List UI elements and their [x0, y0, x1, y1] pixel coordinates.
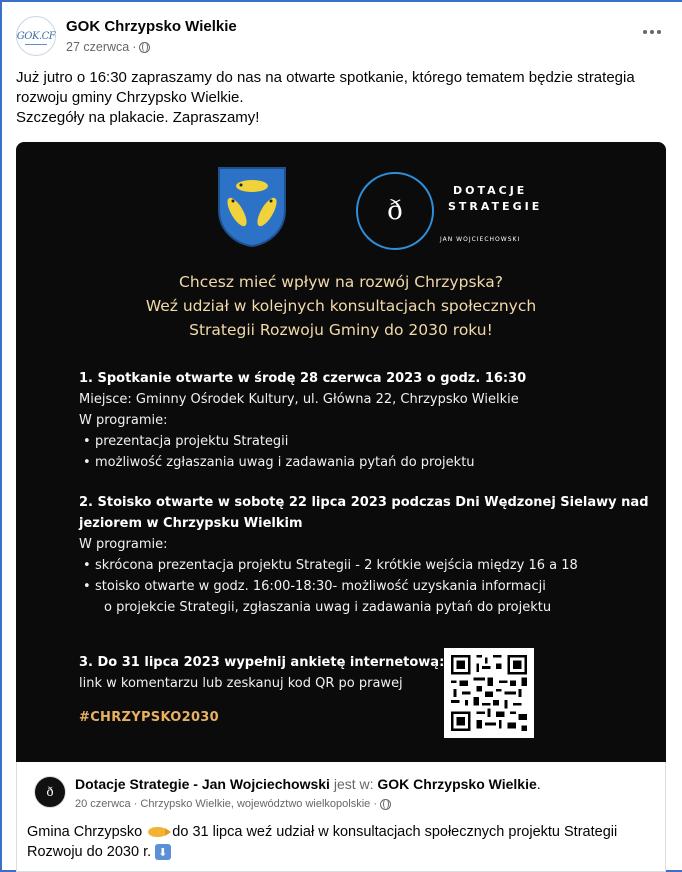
qr-code-icon — [444, 648, 534, 738]
poster-headline: Chcesz mieć wpływ na rozwój Chrzypska? W… — [16, 270, 666, 342]
section-1-place: Miejsce: Gminny Ośrodek Kultury, ul. Głó… — [79, 392, 519, 407]
poster-image[interactable]: ð DOTACJE STRATEGIE JAN WOJCIECHOWSKI Ch… — [16, 142, 666, 762]
globe-icon[interactable] — [380, 798, 391, 810]
coat-of-arms-icon — [218, 167, 286, 248]
down-arrow-emoji-icon — [155, 843, 172, 863]
section-1-bullets: prezentacja projektu Strategii możliwość… — [79, 431, 659, 473]
bullet-item: możliwość zgłaszania uwag i zadawania py… — [79, 452, 659, 473]
dotacje-logo: ð — [356, 172, 434, 250]
section-2-bullets: skrócona prezentacja projektu Strategii … — [79, 555, 659, 618]
shared-post: ð Dotacje Strategie - Jan Wojciechowski … — [16, 762, 666, 872]
post-text-line: Już jutro o 16:30 zapraszamy do nas na o… — [16, 69, 635, 86]
avatar-text: GOK.CF — [16, 30, 56, 42]
post-text: Już jutro o 16:30 zapraszamy do nas na o… — [16, 68, 666, 128]
more-dot — [650, 30, 654, 34]
section-1-program-label: W programie: — [79, 413, 168, 428]
shared-text-part2: do 31 lipca weź udział w konsultacjach s… — [172, 824, 618, 840]
headline-line: Strategii Rozwoju Gminy do 2030 roku! — [189, 321, 493, 339]
shared-text-line2: Rozwoju do 2030 r. — [27, 844, 152, 860]
poster-hashtag: #CHRZYPSKO2030 — [79, 710, 219, 725]
headline-line: Chcesz mieć wpływ na rozwój Chrzypska? — [179, 273, 503, 291]
bullet-item: stoisko otwarte w godz. 16:00-18:30- moż… — [79, 576, 659, 597]
bullet-item: skrócona prezentacja projektu Strategii … — [79, 555, 659, 576]
poster-section-1: 1. Spotkanie otwarte w środę 28 czerwca … — [79, 368, 659, 473]
poster-section-3: 3. Do 31 lipca 2023 wypełnij ankietę int… — [79, 652, 659, 694]
post-header: GOK.CF GOK Chrzypsko Wielkie 27 czerwca … — [16, 14, 666, 58]
post-text-line: Szczegóły na plakacie. Zapraszamy! — [16, 109, 260, 126]
section-1-heading: 1. Spotkanie otwarte w środę 28 czerwca … — [79, 371, 527, 386]
shared-avatar-glyph: ð — [46, 785, 54, 799]
bullet-continuation: o projekcie Strategii, zgłaszania uwag i… — [104, 600, 552, 615]
is-in-text: jest w: — [329, 776, 378, 792]
shared-meta: 20 czerwca · Chrzypsko Wielkie, wojewódz… — [75, 798, 391, 810]
section-2-heading: 2. Stoisko otwarte w sobotę 22 lipca 202… — [79, 495, 649, 510]
post-meta: 27 czerwca · — [66, 40, 151, 54]
globe-icon[interactable] — [139, 41, 151, 53]
shared-text: Gmina Chrzypsko do 31 lipca weź udział w… — [27, 822, 657, 863]
page-name-link[interactable]: GOK Chrzypsko Wielkie — [66, 18, 237, 35]
shared-meta-text: 20 czerwca · Chrzypsko Wielkie, wojewódz… — [75, 798, 377, 810]
more-options-button[interactable] — [638, 22, 666, 42]
shared-author-link[interactable]: Dotacje Strategie - Jan Wojciechowski — [75, 776, 330, 792]
section-3-heading: 3. Do 31 lipca 2023 wypełnij ankietę int… — [79, 655, 445, 670]
title-period: . — [536, 776, 541, 792]
brand-line-2: STRATEGIE — [448, 200, 543, 213]
logo-glyph: ð — [387, 196, 403, 226]
shared-title: Dotacje Strategie - Jan Wojciechowski je… — [75, 776, 541, 792]
fish-emoji-icon — [148, 827, 172, 838]
post-text-line: rozwoju gminy Chrzypsko Wielkie. — [16, 89, 244, 106]
post-date[interactable]: 27 czerwca — [66, 40, 129, 54]
meta-separator: · — [132, 40, 137, 54]
more-options-icon — [643, 30, 647, 34]
bullet-item: prezentacja projektu Strategii — [79, 431, 659, 452]
headline-line: Weź udział w kolejnych konsultacjach spo… — [145, 297, 537, 315]
poster-section-2: 2. Stoisko otwarte w sobotę 22 lipca 202… — [79, 492, 659, 618]
brand-line-1: DOTACJE — [453, 184, 528, 197]
section-2-program-label: W programie: — [79, 537, 168, 552]
section-3-line2: link w komentarzu lub zeskanuj kod QR po… — [79, 676, 403, 691]
brand-line-3: JAN WOJCIECHOWSKI — [440, 236, 521, 243]
page-avatar[interactable]: GOK.CF — [16, 16, 56, 56]
shared-place-link[interactable]: GOK Chrzypsko Wielkie — [377, 776, 536, 792]
shared-text-part1: Gmina Chrzypsko — [27, 824, 143, 840]
shared-author-avatar[interactable]: ð — [34, 776, 66, 808]
more-dot — [657, 30, 661, 34]
section-2-heading-cont: jeziorem w Chrzypsku Wielkim — [79, 516, 303, 531]
